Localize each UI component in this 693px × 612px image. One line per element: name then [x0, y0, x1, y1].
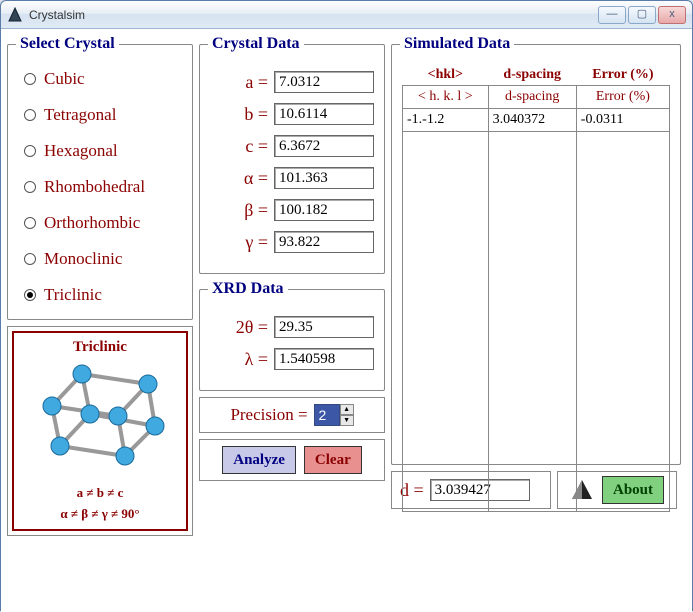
- simulated-data-legend: Simulated Data: [400, 35, 514, 53]
- crystal-diagram: [30, 356, 170, 476]
- alpha-label: α =: [232, 168, 268, 189]
- crystal-data-legend: Crystal Data: [208, 35, 304, 53]
- beta-label: β =: [232, 200, 268, 221]
- analyze-button[interactable]: Analyze: [222, 446, 296, 474]
- crystal-radio-monoclinic[interactable]: Monoclinic: [24, 249, 178, 269]
- crystal-radio-triclinic[interactable]: Triclinic: [24, 285, 178, 305]
- crystal-radio-tetragonal[interactable]: Tetragonal: [24, 105, 178, 125]
- twotheta-input[interactable]: [274, 316, 374, 338]
- c-input[interactable]: [274, 135, 374, 157]
- sim-col2-dspacing: d-spacing: [488, 86, 576, 109]
- gamma-label: γ =: [232, 232, 268, 253]
- radio-dot-icon: [24, 253, 36, 265]
- radio-dot-icon: [24, 217, 36, 229]
- minimize-button[interactable]: —: [598, 6, 626, 24]
- radio-label: Monoclinic: [44, 249, 122, 269]
- radio-dot-icon: [24, 109, 36, 121]
- action-buttons: Analyze Clear: [199, 439, 385, 481]
- select-crystal-group: Select Crystal Cubic Tetragonal Hexagonal R…: [7, 35, 193, 320]
- radio-dot-icon: [24, 289, 36, 301]
- radio-dot-icon: [24, 181, 36, 193]
- sim-cell-hkl: -1.-1.2: [403, 109, 489, 132]
- crystal-radio-rhombohedral[interactable]: Rhombohedral: [24, 177, 178, 197]
- crystal-preview: Triclinic: [7, 326, 193, 536]
- sim-col-error: Error (%): [576, 65, 669, 86]
- crystal-radio-hexagonal[interactable]: Hexagonal: [24, 141, 178, 161]
- clear-button[interactable]: Clear: [304, 446, 362, 474]
- gamma-input[interactable]: [274, 231, 374, 253]
- maximize-button[interactable]: ▢: [628, 6, 656, 24]
- alpha-input[interactable]: [274, 167, 374, 189]
- radio-label: Cubic: [44, 69, 85, 89]
- sim-col-dspacing: d-spacing: [488, 65, 576, 86]
- precision-box: Precision = ▲ ▼: [199, 397, 385, 433]
- b-label: b =: [232, 104, 268, 125]
- a-label: a =: [232, 72, 268, 93]
- crystal-radio-cubic[interactable]: Cubic: [24, 69, 178, 89]
- twotheta-label: 2θ =: [232, 317, 268, 338]
- close-button[interactable]: x: [658, 6, 686, 24]
- window-title: Crystalsim: [29, 8, 598, 22]
- radio-label: Hexagonal: [44, 141, 118, 161]
- precision-input[interactable]: [314, 404, 340, 426]
- xrd-data-group: XRD Data 2θ = λ =: [199, 280, 385, 391]
- sim-cell-error: -0.0311: [576, 109, 669, 132]
- c-label: c =: [232, 136, 268, 157]
- radio-label: Triclinic: [44, 285, 102, 305]
- simulated-table: <hkl> d-spacing Error (%) < h. k. l > d-…: [402, 65, 670, 512]
- xrd-data-legend: XRD Data: [208, 280, 288, 298]
- simulated-data-group: Simulated Data <hkl> d-spacing Error (%)…: [391, 35, 681, 465]
- lambda-input[interactable]: [274, 348, 374, 370]
- beta-input[interactable]: [274, 199, 374, 221]
- app-icon: [7, 7, 23, 23]
- sim-col2-error: Error (%): [576, 86, 669, 109]
- preview-line2: α ≠ β ≠ γ ≠ 90°: [18, 506, 182, 523]
- a-input[interactable]: [274, 71, 374, 93]
- sim-col2-hkl: < h. k. l >: [403, 86, 489, 109]
- lambda-label: λ =: [232, 349, 268, 370]
- radio-label: Orthorhombic: [44, 213, 140, 233]
- radio-label: Rhombohedral: [44, 177, 145, 197]
- radio-dot-icon: [24, 73, 36, 85]
- precision-up-button[interactable]: ▲: [340, 404, 354, 415]
- sim-col-hkl: <hkl>: [403, 65, 489, 86]
- radio-dot-icon: [24, 145, 36, 157]
- sim-empty: [403, 132, 489, 512]
- sim-cell-dspacing: 3.040372: [488, 109, 576, 132]
- crystal-radio-orthorhombic[interactable]: Orthorhombic: [24, 213, 178, 233]
- select-crystal-legend: Select Crystal: [16, 35, 119, 53]
- precision-label: Precision =: [230, 405, 307, 425]
- precision-down-button[interactable]: ▼: [340, 415, 354, 426]
- radio-label: Tetragonal: [44, 105, 116, 125]
- crystal-data-group: Crystal Data a = b = c = α = β = γ =: [199, 35, 385, 274]
- b-input[interactable]: [274, 103, 374, 125]
- preview-line1: a ≠ b ≠ c: [18, 485, 182, 502]
- titlebar: Crystalsim — ▢ x: [1, 1, 692, 29]
- preview-title: Triclinic: [18, 339, 182, 356]
